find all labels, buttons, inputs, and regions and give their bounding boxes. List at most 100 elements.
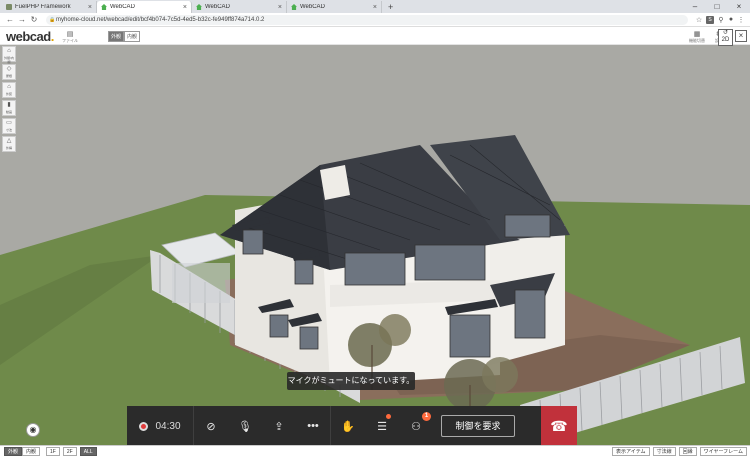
webcad-favicon-icon <box>196 4 202 10</box>
floor-all-button[interactable]: ALL <box>79 447 97 456</box>
close-tab-icon[interactable]: × <box>278 4 282 11</box>
star-icon[interactable]: ☆ <box>694 16 704 24</box>
window-controls: – □ × <box>684 0 750 13</box>
tool-dimension[interactable]: ▭ 寸法 <box>2 118 16 134</box>
browser-tab[interactable]: FuelPHP Framework × <box>2 1 97 13</box>
display-items-button[interactable]: 表示アイテム <box>612 447 650 456</box>
recording-indicator[interactable]: 04:30 <box>127 406 193 446</box>
mic-off-icon: 🎙 <box>238 420 252 433</box>
lock-icon: 🔒 <box>49 16 56 23</box>
floor-2f-button[interactable]: 2F <box>62 447 77 456</box>
mode-switch-label: 機能切替 <box>689 38 705 43</box>
back-icon[interactable]: ← <box>4 15 16 24</box>
share-screen-button[interactable]: ⇪ <box>262 406 296 446</box>
exterior-view-button[interactable]: 外観 <box>4 447 23 456</box>
video-icon: ▮ <box>7 102 11 108</box>
wireframe-button[interactable]: ワイヤーフレーム <box>699 447 747 456</box>
camera-toggle-button[interactable]: ⊘ <box>194 406 228 446</box>
exterior-view-button[interactable]: 外観 <box>108 31 125 42</box>
profile-icon[interactable]: ● <box>726 16 736 23</box>
rotate-icon: ↺ <box>722 30 729 36</box>
window <box>414 244 486 281</box>
new-tab-button[interactable]: + <box>388 1 393 13</box>
browser-tab-active[interactable]: WebCAD × <box>97 1 192 13</box>
extension-icon[interactable]: S <box>706 15 714 24</box>
tool-video[interactable]: ▮ 動画 <box>2 100 16 116</box>
url-field[interactable]: 🔒 myhome-cloud.net/webcad/edit/bcf4b074-… <box>46 14 688 25</box>
extension-puzzle-icon[interactable]: ⚲ <box>716 16 726 24</box>
tool-roof[interactable]: ◇ 屋根 <box>2 64 16 80</box>
carport-glass <box>172 263 230 303</box>
address-bar: ← → ↻ 🔒 myhome-cloud.net/webcad/edit/bcf… <box>0 13 750 27</box>
close-button[interactable]: × <box>735 30 747 42</box>
interior-view-button[interactable]: 内観 <box>22 447 41 456</box>
close-window-icon[interactable]: × <box>728 0 750 13</box>
participants-icon: ⚇ <box>411 420 421 433</box>
tool-label: 屋根 <box>5 74 12 78</box>
window <box>242 229 264 255</box>
bottom-status-bar: 外観 内観 1F 2F ALL 表示アイテム 寸法線 回縁 ワイヤーフレーム <box>0 445 750 457</box>
participants-button[interactable]: ⚇ 1 <box>399 406 433 446</box>
mode-switch-button[interactable]: ▦ 機能切替 <box>688 30 706 44</box>
close-tab-icon[interactable]: × <box>88 4 92 11</box>
close-tab-icon[interactable]: × <box>373 4 377 11</box>
webcad-favicon-icon <box>291 4 297 10</box>
view-2d-button[interactable]: ↺ 2D <box>718 29 733 46</box>
browser-tab-bar: FuelPHP Framework × WebCAD × WebCAD × We… <box>0 0 750 13</box>
tool-label: 動画 <box>5 110 12 114</box>
tool-exterior-finish[interactable]: ⌂ 外装 <box>2 82 16 98</box>
tool-label: 外観/内観 <box>4 56 14 64</box>
more-icon: ••• <box>307 420 319 432</box>
request-control-button[interactable]: 制御を要求 <box>441 415 515 437</box>
forward-icon[interactable]: → <box>16 15 28 24</box>
screenshot-button[interactable]: ◉ <box>26 423 40 437</box>
tool-label: 外装 <box>5 92 12 96</box>
window <box>504 214 551 238</box>
tab-title: WebCAD <box>110 4 135 10</box>
logo-text: webcad <box>6 29 51 44</box>
menu-icon[interactable]: ⋮ <box>736 16 746 24</box>
meeting-control-bar: 04:30 ⊘ 🎙 ⇪ ••• ✋ ☰ ⚇ 1 制御を要求 <box>127 406 577 446</box>
browser-tab[interactable]: WebCAD × <box>287 1 382 13</box>
logo-dot: . <box>50 29 55 44</box>
webcad-logo: webcad. <box>6 29 54 44</box>
chat-button[interactable]: ☰ <box>365 406 399 446</box>
reload-icon[interactable]: ↻ <box>28 15 40 24</box>
chat-icon: ☰ <box>377 420 387 433</box>
window <box>299 326 319 350</box>
left-toolbar: ⌂ 外観/内観 ◇ 屋根 ⌂ 外装 ▮ 動画 ▭ 寸法 △ 外構 <box>2 46 16 152</box>
mode-switch-icon: ▦ <box>693 31 701 38</box>
window <box>294 259 314 285</box>
floor-1f-button[interactable]: 1F <box>46 447 60 456</box>
file-button[interactable]: ▤ ファイル <box>62 30 78 44</box>
more-button[interactable]: ••• <box>296 406 330 446</box>
url-text: myhome-cloud.net/webcad/edit/bcf4b074-7c… <box>56 16 265 23</box>
status-right-buttons: 表示アイテム 寸法線 回縁 ワイヤーフレーム <box>612 447 750 456</box>
dimension-icon: ▭ <box>6 120 12 126</box>
molding-button[interactable]: 回縁 <box>678 447 697 456</box>
hang-up-button[interactable]: ☎ <box>541 406 577 446</box>
video-off-icon: ⊘ <box>206 420 216 433</box>
raise-hand-button[interactable]: ✋ <box>331 406 365 446</box>
maximize-icon[interactable]: □ <box>706 0 728 13</box>
tab-title: WebCAD <box>300 4 325 10</box>
call-timer: 04:30 <box>155 420 181 432</box>
view-2d-label: 2D <box>721 37 730 43</box>
browser-tab[interactable]: WebCAD × <box>192 1 287 13</box>
window <box>344 252 406 286</box>
app-header: webcad. ▤ ファイル 外観 内観 ▦機能切替 ⚙設定 × <box>0 28 750 45</box>
fuelphp-favicon-icon <box>6 4 12 10</box>
minimize-icon[interactable]: – <box>684 0 706 13</box>
view-toggle: 外観 内観 <box>108 31 141 42</box>
interior-view-button[interactable]: 内観 <box>124 31 141 42</box>
tool-exterior-structure[interactable]: △ 外構 <box>2 136 16 152</box>
tool-label: 外構 <box>5 146 12 150</box>
close-tab-icon[interactable]: × <box>183 4 187 11</box>
tool-exterior-interior[interactable]: ⌂ 外観/内観 <box>2 46 16 64</box>
dimension-lines-button[interactable]: 寸法線 <box>652 447 676 456</box>
mic-muted-toast: マイクがミュートになっています。 <box>287 372 415 390</box>
mic-toggle-button[interactable]: 🎙 <box>228 406 262 446</box>
webcad-favicon-icon <box>101 4 107 10</box>
tool-label: 寸法 <box>5 128 12 132</box>
share-screen-icon: ⇪ <box>274 420 284 433</box>
